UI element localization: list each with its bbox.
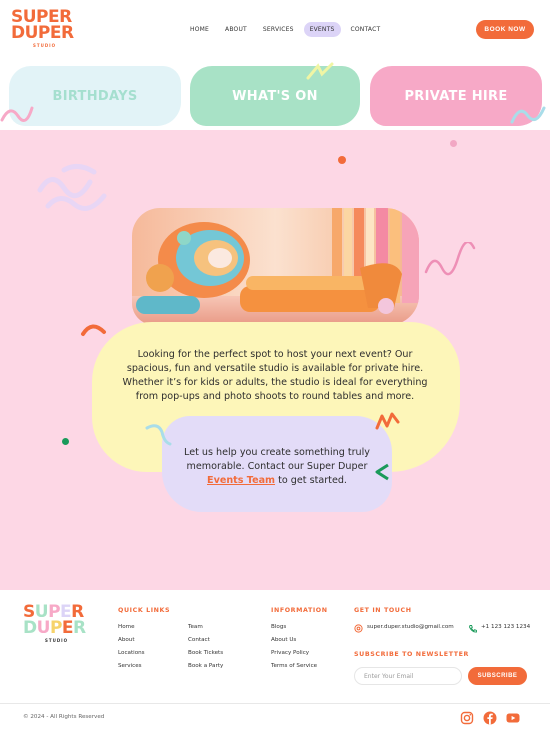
events-team-link[interactable]: Events Team [207, 475, 275, 486]
facebook-icon[interactable] [483, 711, 497, 725]
footer-link-about-us[interactable]: About Us [271, 637, 296, 643]
category-tiles: BIRTHDAYS WHAT'S ON PRIVATE HIRE [0, 62, 550, 130]
email-icon [354, 624, 363, 633]
nav-events[interactable]: EVENTS [303, 22, 341, 37]
footer-link-home[interactable]: Home [118, 624, 135, 630]
cta-text-before: Let us help you create something truly m… [184, 447, 370, 472]
footer-link-blogs[interactable]: Blogs [271, 624, 286, 630]
private-hire-section: Looking for the perfect spot to host you… [0, 130, 550, 590]
footer-link-book-party[interactable]: Book a Party [188, 663, 223, 669]
footer-logo-sub: STUDIO [45, 638, 69, 643]
squiggle-decoration [306, 62, 334, 80]
contact-phone[interactable]: +1 123 123 1234 [481, 624, 530, 630]
squiggle-decoration [510, 106, 546, 124]
quick-links-title: QUICK LINKS [118, 607, 171, 614]
nav-about[interactable]: ABOUT [219, 22, 253, 37]
zigzag-decoration [375, 412, 400, 430]
site-footer: SUPER DUPER STUDIO QUICK LINKS Home Abou… [0, 590, 550, 733]
squiggle-decoration [424, 242, 476, 276]
footer-link-about[interactable]: About [118, 637, 135, 643]
footer-link-terms[interactable]: Terms of Service [271, 663, 317, 669]
footer-link-team[interactable]: Team [188, 624, 203, 630]
footer-link-privacy[interactable]: Privacy Policy [271, 650, 309, 656]
copyright: © 2024 - All Rights Reserved [23, 714, 105, 720]
contact-title: GET IN TOUCH [354, 607, 412, 614]
nav-home[interactable]: HOME [184, 22, 215, 37]
squiggle-decoration [0, 106, 34, 122]
footer-logo-line2: DUPER [23, 618, 86, 638]
footer-link-locations[interactable]: Locations [118, 650, 145, 656]
dot-decoration [450, 140, 457, 147]
subscribe-button[interactable]: SUBSCRIBE [468, 667, 527, 685]
cta-text-after: to get started. [278, 475, 347, 486]
main-nav: HOME ABOUT SERVICES EVENTS CONTACT [184, 22, 386, 37]
triangle-decoration [375, 463, 389, 481]
confetti-decoration [37, 164, 107, 211]
logo-line2: DUPER [11, 23, 74, 43]
logo-sub: STUDIO [33, 43, 57, 48]
footer-link-services[interactable]: Services [118, 663, 142, 669]
site-header: SUPER DUPER STUDIO HOME ABOUT SERVICES E… [0, 0, 550, 62]
contact-email[interactable]: super.duper.studio@gmail.com [367, 624, 454, 630]
newsletter-email-input[interactable] [354, 667, 462, 685]
youtube-icon[interactable] [506, 711, 520, 725]
footer-divider [0, 703, 550, 704]
studio-photo [132, 208, 419, 325]
phone-icon [469, 625, 477, 633]
footer-link-contact[interactable]: Contact [188, 637, 210, 643]
squiggle-decoration [145, 424, 172, 446]
nav-contact[interactable]: CONTACT [345, 22, 387, 37]
instagram-icon[interactable] [460, 711, 474, 725]
book-now-button[interactable]: BOOK NOW [476, 20, 534, 39]
tile-birthdays[interactable]: BIRTHDAYS [9, 66, 181, 126]
newsletter-title: SUBSCRIBE TO NEWSLETTER [354, 651, 469, 658]
studio-lounge-image [132, 208, 419, 325]
dot-decoration [338, 156, 346, 164]
arc-decoration [81, 324, 106, 336]
logo[interactable]: SUPER DUPER STUDIO [11, 9, 75, 49]
tile-whats-on[interactable]: WHAT'S ON [190, 66, 360, 126]
information-title: INFORMATION [271, 607, 328, 614]
dot-decoration [62, 438, 69, 445]
footer-link-book-tickets[interactable]: Book Tickets [188, 650, 223, 656]
cta-text: Let us help you create something truly m… [180, 446, 374, 488]
nav-services[interactable]: SERVICES [257, 22, 300, 37]
private-hire-description: Looking for the perfect spot to host you… [122, 349, 428, 402]
footer-logo[interactable]: SUPER DUPER STUDIO [23, 604, 93, 644]
